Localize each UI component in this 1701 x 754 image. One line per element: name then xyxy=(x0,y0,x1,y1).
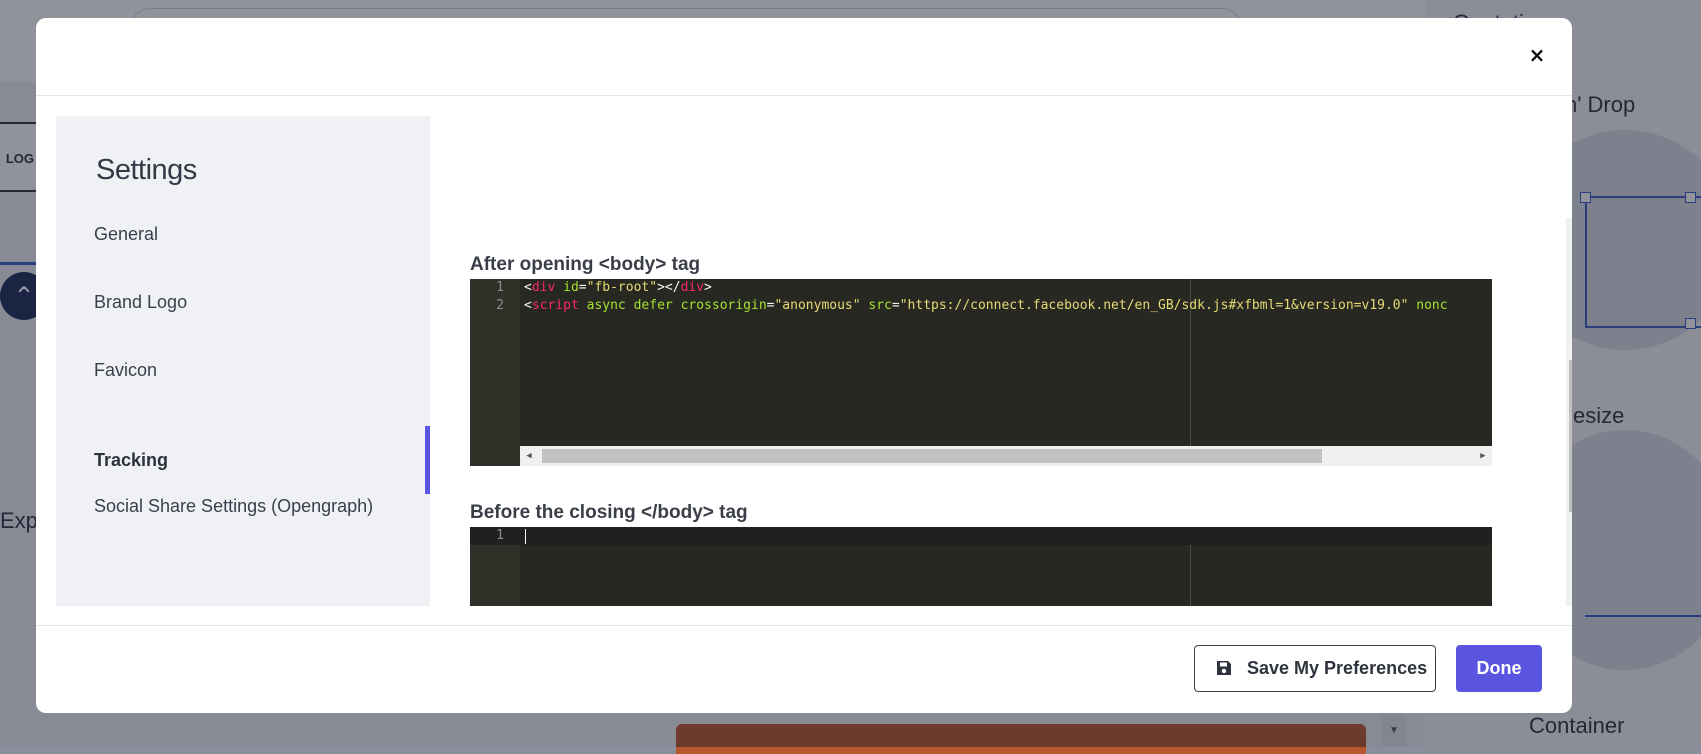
floppy-disk-icon xyxy=(1217,661,1231,675)
before-close-label: Before the closing </body> tag xyxy=(470,502,748,523)
scroll-down-icon[interactable]: ▼ xyxy=(1566,588,1573,606)
line-number: 2 xyxy=(496,298,504,313)
save-preferences-label: Save My Preferences xyxy=(1247,658,1428,678)
scrollbar-thumb[interactable] xyxy=(542,449,1322,463)
scrollbar-thumb[interactable] xyxy=(1569,360,1572,512)
sidebar-item-social-share[interactable]: Social Share Settings (Opengraph) xyxy=(56,496,430,548)
after-body-code-editor[interactable]: 1 <div id="fb-root"></div> 2 <script async … xyxy=(470,279,1492,466)
modal-header: × xyxy=(36,18,1572,96)
content-vertical-scrollbar[interactable]: ▲ ▼ xyxy=(1566,218,1572,606)
sidebar-title: Settings xyxy=(96,154,197,186)
code-text: <script async defer crossorigin="anonymo… xyxy=(524,298,1448,313)
scroll-right-icon[interactable]: ▶ xyxy=(1474,446,1492,466)
save-preferences-button[interactable]: Save My Preferences xyxy=(1194,645,1436,692)
code-line: 1 xyxy=(470,527,1492,545)
done-button[interactable]: Done xyxy=(1456,645,1542,692)
text-cursor xyxy=(525,529,526,544)
code-text: <div id="fb-root"></div> xyxy=(524,280,712,295)
before-close-code-editor[interactable]: 1 xyxy=(470,527,1492,606)
line-number: 1 xyxy=(496,280,504,295)
scroll-left-icon[interactable]: ◀ xyxy=(520,446,538,466)
horizontal-scrollbar[interactable]: ◀ ▶ xyxy=(520,446,1492,466)
tracking-settings-content: After opening <body> tag 1 <div id="fb-ro… xyxy=(470,218,1572,606)
after-body-label: After opening <body> tag xyxy=(470,254,701,275)
sidebar-item-label: Tracking xyxy=(94,450,169,470)
code-line: 1 <div id="fb-root"></div> xyxy=(470,279,1492,297)
settings-modal: × Settings General Brand Logo Favicon Tr… xyxy=(36,18,1572,713)
active-indicator xyxy=(425,426,430,494)
sidebar-item-favicon[interactable]: Favicon xyxy=(56,360,430,412)
sidebar-item-tracking[interactable]: Tracking xyxy=(56,426,430,494)
sidebar-item-general[interactable]: General xyxy=(56,224,430,276)
code-line: 2 <script async defer crossorigin="anonym… xyxy=(470,297,1492,315)
scroll-up-icon[interactable]: ▲ xyxy=(1566,218,1573,236)
modal-footer: Save My Preferences Done xyxy=(36,625,1572,713)
sidebar-item-brand-logo[interactable]: Brand Logo xyxy=(56,292,430,344)
line-number: 1 xyxy=(496,528,504,543)
settings-sidebar: Settings General Brand Logo Favicon Trac… xyxy=(56,116,430,606)
close-icon[interactable]: × xyxy=(1526,44,1548,66)
